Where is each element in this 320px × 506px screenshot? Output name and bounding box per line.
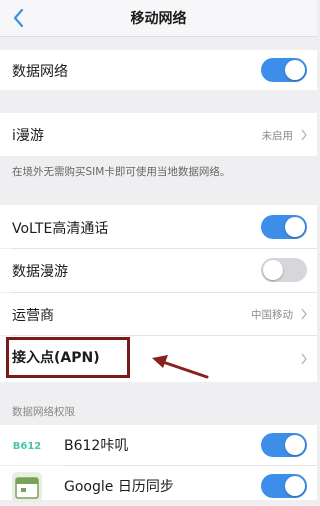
app-row-google-calendar-sync[interactable]: Google 日历同步 <box>0 466 317 502</box>
app-name: B612咔叽 <box>64 438 129 454</box>
app-row-b612[interactable]: B612 B612咔叽 <box>0 425 317 465</box>
carrier-label: 运营商 <box>12 308 54 324</box>
mobile-data-label: 数据网络 <box>12 64 68 80</box>
section-header-data-permissions: 数据网络权限 <box>12 406 75 418</box>
volte-label: VoLTE高清通话 <box>12 221 109 237</box>
mobile-data-row[interactable]: 数据网络 <box>0 50 317 90</box>
i-roaming-description: 在境外无需购买SIM卡即可使用当地数据网络。 <box>12 166 231 178</box>
chevron-right-icon <box>301 353 307 365</box>
svg-text:B612: B612 <box>13 441 42 452</box>
calendar-icon <box>12 472 42 502</box>
i-roaming-label: i漫游 <box>12 128 44 144</box>
app-data-toggle[interactable] <box>261 474 307 498</box>
toggle-knob <box>285 60 305 80</box>
volte-toggle[interactable] <box>261 215 307 239</box>
navigation-bar: 移动网络 <box>0 0 317 37</box>
carrier-row[interactable]: 运营商 中国移动 <box>0 293 317 335</box>
page-title: 移动网络 <box>130 11 187 27</box>
data-roaming-toggle[interactable] <box>261 258 307 282</box>
i-roaming-row[interactable]: i漫游 未启用 <box>0 113 317 156</box>
data-roaming-label: 数据漫游 <box>12 264 68 280</box>
toggle-knob <box>263 260 283 280</box>
data-roaming-row[interactable]: 数据漫游 <box>0 249 317 292</box>
b612-icon: B612 <box>12 430 42 460</box>
toggle-knob <box>285 435 305 455</box>
chevron-right-icon <box>301 129 307 141</box>
annotation-arrow-icon <box>152 355 209 379</box>
toggle-knob <box>285 476 305 496</box>
chevron-right-icon <box>301 308 307 320</box>
volte-row[interactable]: VoLTE高清通话 <box>0 205 317 248</box>
apn-highlight-box <box>6 337 130 378</box>
mobile-data-toggle[interactable] <box>261 58 307 82</box>
i-roaming-status: 未启用 <box>261 130 294 142</box>
app-data-toggle[interactable] <box>261 433 307 457</box>
toggle-knob <box>285 217 305 237</box>
app-name: Google 日历同步 <box>64 479 174 495</box>
carrier-value: 中国移动 <box>251 309 293 321</box>
